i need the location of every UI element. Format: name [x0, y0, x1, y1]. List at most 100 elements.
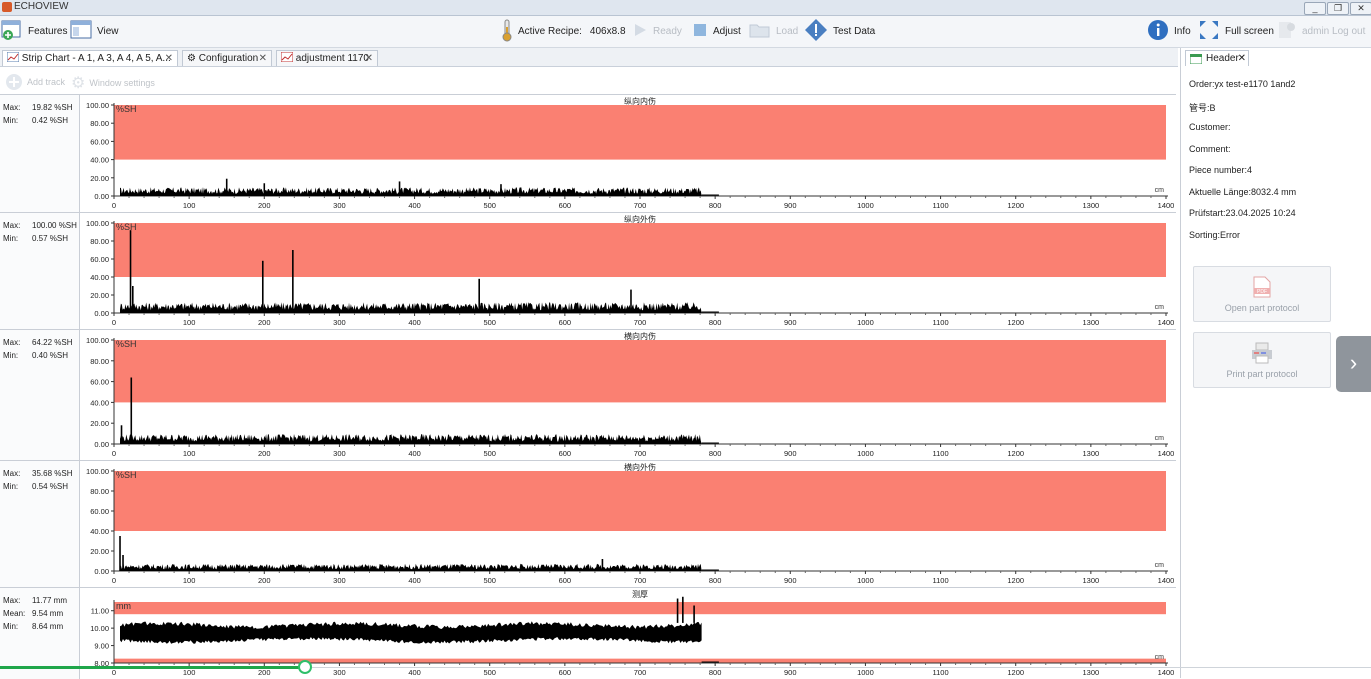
strip-chart[interactable]: 纵向内伤 0.00 20.00 40.00 60.00 80.00 100.00 0 100 20…: [80, 95, 1175, 212]
x-tick-label: 0: [112, 668, 116, 677]
stat-label: Min:: [3, 482, 19, 491]
test-data-label: Test Data: [833, 26, 876, 37]
stat-label: Max:: [3, 596, 21, 605]
tab-header[interactable]: Header ✕: [1185, 50, 1249, 66]
tab-adjustment[interactable]: adjustment 1170 ✕: [276, 50, 378, 66]
x-tick-label: 700: [634, 449, 647, 458]
fullscreen-label: Full screen: [1225, 26, 1274, 37]
y-tick-label: 60.00: [90, 137, 109, 146]
stat-row: Max: 100.00 %SH: [3, 221, 77, 230]
x-tick-label: 600: [559, 318, 572, 327]
window-title: ECHOVIEW: [14, 1, 69, 12]
x-tick-label: 1100: [933, 449, 949, 458]
x-tick-label: 1000: [857, 449, 874, 458]
tab-strip-chart[interactable]: Strip Chart - A 1, A 3, A 4, A 5, A... ✕: [2, 50, 178, 66]
x-tick-label: 1000: [857, 576, 874, 585]
strip-chart[interactable]: 纵向外伤 0.00 20.00 40.00 60.00 80.00 100.00 0 100 20…: [80, 213, 1175, 329]
view-button[interactable]: View: [70, 16, 119, 47]
open-part-protocol-label: Open part protocol: [1224, 303, 1300, 313]
ready-button[interactable]: Ready: [632, 16, 682, 47]
fullscreen-button[interactable]: Full screen: [1198, 16, 1274, 47]
header-field-label: 管号:: [1189, 102, 1210, 113]
strip-chart[interactable]: 横向内伤 0.00 20.00 40.00 60.00 80.00 100.00 0 100 20…: [80, 330, 1175, 460]
load-button[interactable]: Load: [749, 16, 798, 47]
close-icon[interactable]: ✕: [365, 51, 373, 66]
track-2: Max: 100.00 %SH Min: 0.57 %SH 纵向外伤 0.00 20.00 4…: [0, 212, 1176, 329]
chart-title: 测厚: [632, 590, 648, 599]
close-button[interactable]: ✕: [1350, 2, 1371, 15]
stat-row: Min: 0.57 %SH: [3, 234, 68, 243]
x-tick-label: 1100: [933, 576, 949, 585]
x-tick-label: 400: [408, 576, 421, 585]
maximize-button[interactable]: ❐: [1327, 2, 1349, 15]
x-tick-label: 1400: [1158, 576, 1175, 585]
x-tick-label: 700: [634, 668, 647, 677]
x-unit-label: cm: [1155, 562, 1165, 569]
y-tick-label: 11.00: [91, 607, 109, 616]
next-panel-button[interactable]: ›: [1336, 336, 1371, 392]
signal-trace: [120, 563, 702, 571]
x-tick-label: 400: [408, 201, 421, 210]
close-icon[interactable]: ✕: [165, 51, 173, 66]
x-tick-label: 800: [709, 201, 722, 210]
add-track-button[interactable]: Add track: [5, 73, 65, 91]
print-part-protocol-button[interactable]: Print part protocol: [1193, 332, 1331, 388]
x-tick-label: 1100: [933, 668, 949, 677]
x-tick-label: 800: [709, 576, 722, 585]
active-recipe[interactable]: Active Recipe: 406x8.8: [501, 16, 626, 47]
logout-label: admin Log out: [1302, 26, 1366, 37]
y-tick-label: 60.00: [90, 378, 109, 387]
playback-handle[interactable]: [298, 660, 312, 674]
track-3: Max: 64.22 %SH Min: 0.40 %SH 横向内伤 0.00 20.00 40…: [0, 329, 1176, 460]
stat-value: 11.77 mm: [32, 596, 67, 605]
chart-title: 横向内伤: [624, 331, 656, 341]
logout-button[interactable]: admin Log out: [1277, 16, 1365, 47]
playback-track[interactable]: [312, 667, 1371, 668]
info-button[interactable]: Info: [1147, 16, 1191, 47]
x-tick-label: 1100: [933, 201, 949, 210]
header-field-value: yx test-e1170 1and2: [1214, 79, 1296, 89]
x-tick-label: 600: [559, 668, 572, 677]
x-unit-label: cm: [1155, 187, 1165, 194]
minimize-button[interactable]: _: [1304, 2, 1326, 15]
strip-chart[interactable]: 横向外伤 0.00 20.00 40.00 60.00 80.00 100.00 0 100 20…: [80, 461, 1175, 587]
x-tick-label: 100: [183, 576, 196, 585]
info-icon: [1147, 19, 1169, 44]
x-tick-label: 800: [709, 449, 722, 458]
tab-label: Strip Chart - A 1, A 3, A 4, A 5, A...: [21, 53, 171, 64]
printer-icon: [1252, 342, 1272, 364]
x-tick-label: 1300: [1083, 449, 1100, 458]
x-tick-label: 300: [333, 201, 346, 210]
y-tick-label: 80.00: [90, 237, 109, 246]
open-part-protocol-button[interactable]: PDF Open part protocol: [1193, 266, 1331, 322]
x-tick-label: 500: [483, 318, 496, 327]
x-tick-label: 500: [483, 668, 496, 677]
close-icon[interactable]: ✕: [259, 51, 267, 66]
x-tick-label: 1300: [1083, 576, 1100, 585]
x-tick-label: 700: [634, 576, 647, 585]
features-label: Features: [28, 26, 68, 37]
x-tick-label: 900: [784, 576, 797, 585]
features-button[interactable]: Features: [1, 16, 67, 47]
x-tick-label: 100: [183, 449, 196, 458]
window-settings-button[interactable]: ⚙ Window settings: [71, 73, 155, 93]
y-tick-label: 20.00: [90, 419, 109, 428]
header-field-value: Error: [1220, 229, 1241, 240]
stat-value: 19.82 %SH: [32, 103, 73, 112]
x-tick-label: 1400: [1158, 201, 1175, 210]
y-tick-label: 0.00: [94, 192, 109, 201]
y-tick-label: 0.00: [94, 440, 109, 449]
stat-value: 100.00 %SH: [32, 221, 77, 230]
x-tick-label: 400: [408, 449, 421, 458]
close-icon[interactable]: ✕: [1238, 51, 1246, 66]
header-field: Aktuelle Länge:8032.4 mm: [1189, 187, 1296, 197]
chart-title: 横向外伤: [624, 462, 656, 472]
tab-configuration[interactable]: ⚙ Configuration ✕: [182, 50, 272, 66]
x-tick-label: 500: [483, 201, 496, 210]
x-tick-label: 400: [408, 318, 421, 327]
x-tick-label: 200: [258, 318, 271, 327]
thermometer-icon: [501, 18, 513, 45]
x-tick-label: 200: [258, 201, 271, 210]
adjust-button[interactable]: Adjust: [692, 16, 741, 47]
test-data-button[interactable]: Test Data: [804, 16, 875, 47]
